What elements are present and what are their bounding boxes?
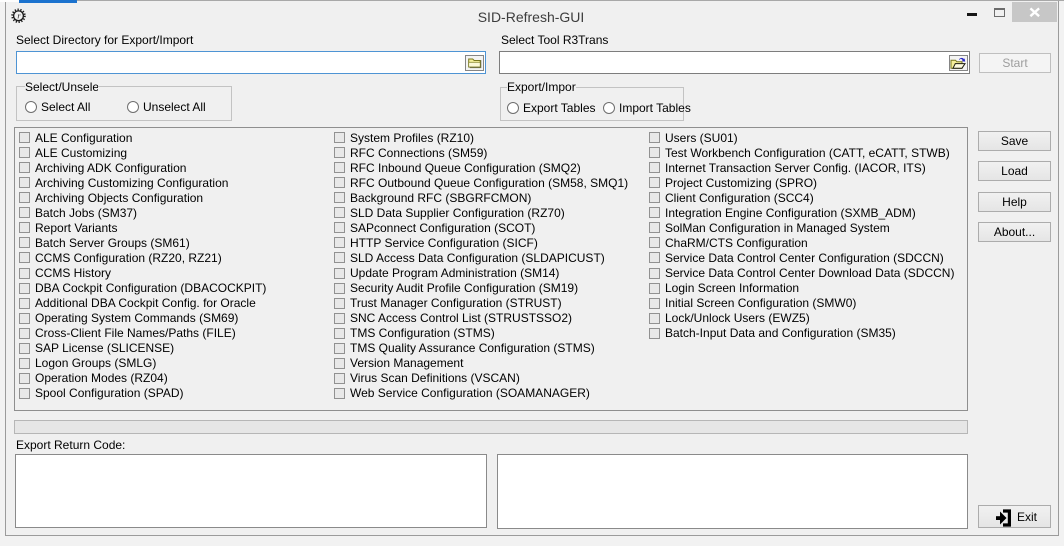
svg-text:Exit: Exit [1017,510,1038,524]
svg-text:r: r [17,12,21,21]
